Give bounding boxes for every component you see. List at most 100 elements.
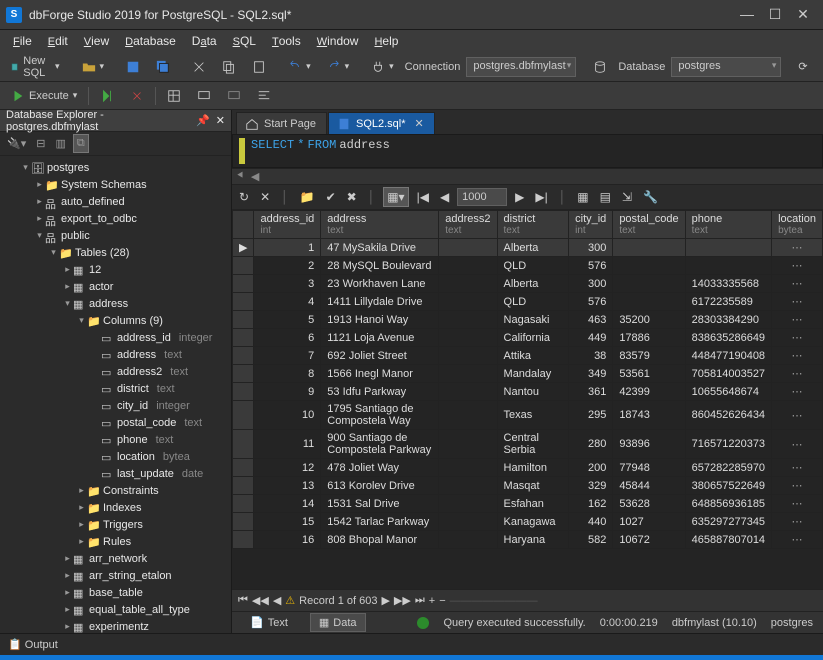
cell-postal_code[interactable]: 35200	[613, 311, 685, 329]
twisty-icon[interactable]: ▸	[62, 621, 73, 632]
col-address[interactable]: addresstext	[321, 211, 439, 239]
nav-prev[interactable]: ◀	[273, 594, 281, 607]
export-button[interactable]: ⇲	[619, 188, 635, 206]
menu-window[interactable]: Window	[310, 32, 366, 50]
tree-node-phone[interactable]: ▭phonetext	[0, 431, 231, 448]
row-header[interactable]	[233, 257, 254, 275]
cell-location[interactable]: ⋯	[772, 293, 823, 311]
cell-address_id[interactable]: 12	[254, 459, 321, 477]
cell-address_id[interactable]: 14	[254, 495, 321, 513]
comment-button[interactable]	[192, 87, 216, 105]
tree-node-tables-28-[interactable]: ▾📁Tables (28)	[0, 244, 231, 261]
show-all-button[interactable]: ⧉	[73, 134, 89, 153]
cell-location[interactable]: ⋯	[772, 383, 823, 401]
nav-next[interactable]: ▶	[381, 594, 389, 607]
paste-button[interactable]	[247, 58, 271, 76]
table-row[interactable]: 15 1542 Tarlac Parkway Kanagawa 440 1027…	[233, 513, 823, 531]
table-row[interactable]: 10 1795 Santiago de Compostela Way Texas…	[233, 401, 823, 430]
cell-postal_code[interactable]	[613, 275, 685, 293]
cell-city_id[interactable]: 329	[569, 477, 613, 495]
row-header[interactable]	[233, 293, 254, 311]
cell-address2[interactable]	[439, 365, 497, 383]
cell-address[interactable]: 1531 Sal Drive	[321, 495, 439, 513]
open-row-button[interactable]: 📁	[297, 188, 318, 206]
table-row[interactable]: 2 28 MySQL Boulevard QLD 576 ⋯	[233, 257, 823, 275]
cell-location[interactable]: ⋯	[772, 257, 823, 275]
cell-address[interactable]: 900 Santiago de Compostela Parkway	[321, 430, 439, 459]
table-row[interactable]: 9 53 Idfu Parkway Nantou 361 42399 10655…	[233, 383, 823, 401]
cell-address_id[interactable]: 6	[254, 329, 321, 347]
tree-node-address[interactable]: ▭addresstext	[0, 346, 231, 363]
col-city_id[interactable]: city_idint	[569, 211, 613, 239]
row-header[interactable]	[233, 513, 254, 531]
tree-node-system-schemas[interactable]: ▸📁System Schemas	[0, 176, 231, 193]
grid-view-button[interactable]: ▦	[574, 188, 591, 206]
cell-address_id[interactable]: 7	[254, 347, 321, 365]
results-grid[interactable]: address_idintaddresstextaddress2textdist…	[232, 210, 823, 589]
cell-address2[interactable]	[439, 495, 497, 513]
menu-edit[interactable]: Edit	[41, 32, 75, 50]
cell-phone[interactable]: 10655648674	[685, 383, 771, 401]
cell-district[interactable]: California	[497, 329, 569, 347]
table-row[interactable]: 13 613 Korolev Drive Masqat 329 45844 38…	[233, 477, 823, 495]
pin-icon[interactable]: 📌	[196, 114, 210, 127]
nav-last[interactable]: ⏭	[415, 594, 425, 607]
cell-phone[interactable]	[685, 257, 771, 275]
cell-phone[interactable]: 657282285970	[685, 459, 771, 477]
row-header[interactable]	[233, 329, 254, 347]
tree-node-indexes[interactable]: ▸📁Indexes	[0, 499, 231, 516]
tree-node-export-to-odbc[interactable]: ▸品export_to_odbc	[0, 210, 231, 227]
row-header[interactable]	[233, 430, 254, 459]
cell-district[interactable]: Alberta	[497, 275, 569, 293]
cell-city_id[interactable]: 38	[569, 347, 613, 365]
tree-node-city-id[interactable]: ▭city_idinteger	[0, 397, 231, 414]
cell-city_id[interactable]: 162	[569, 495, 613, 513]
filter-button[interactable]: ▥	[52, 135, 68, 152]
table-row[interactable]: 7 692 Joliet Street Attika 38 83579 4484…	[233, 347, 823, 365]
cell-address_id[interactable]: 8	[254, 365, 321, 383]
cell-address2[interactable]	[439, 401, 497, 430]
menu-tools[interactable]: Tools	[265, 32, 308, 50]
cell-address[interactable]: 808 Bhopal Manor	[321, 531, 439, 549]
cell-city_id[interactable]: 576	[569, 293, 613, 311]
cell-location[interactable]: ⋯	[772, 513, 823, 531]
twisty-icon[interactable]: ▸	[62, 587, 73, 598]
cell-district[interactable]: Mandalay	[497, 365, 569, 383]
connection-combo[interactable]: postgres.dbfmylast	[466, 57, 576, 77]
tree-node-constraints[interactable]: ▸📁Constraints	[0, 482, 231, 499]
cell-location[interactable]: ⋯	[772, 430, 823, 459]
cell-phone[interactable]: 648856936185	[685, 495, 771, 513]
cell-address2[interactable]	[439, 275, 497, 293]
twisty-icon[interactable]: ▸	[62, 264, 73, 275]
cell-address2[interactable]	[439, 239, 497, 257]
cell-district[interactable]: QLD	[497, 257, 569, 275]
cell-address[interactable]: 23 Workhaven Lane	[321, 275, 439, 293]
cell-district[interactable]: QLD	[497, 293, 569, 311]
twisty-icon[interactable]: ▸	[34, 179, 45, 190]
cell-address[interactable]: 1121 Loja Avenue	[321, 329, 439, 347]
close-tab-icon[interactable]: ✕	[415, 117, 424, 130]
tree-node-public[interactable]: ▾品public	[0, 227, 231, 244]
cell-postal_code[interactable]: 53628	[613, 495, 685, 513]
table-row[interactable]: 16 808 Bhopal Manor Haryana 582 10672 46…	[233, 531, 823, 549]
table-row[interactable]: 6 1121 Loja Avenue California 449 17886 …	[233, 329, 823, 347]
cell-postal_code[interactable]: 93896	[613, 430, 685, 459]
cell-district[interactable]: Nantou	[497, 383, 569, 401]
cell-address_id[interactable]: 1	[254, 239, 321, 257]
cell-postal_code[interactable]	[613, 239, 685, 257]
menu-sql[interactable]: SQL	[226, 32, 263, 50]
copy-button[interactable]	[217, 58, 241, 76]
cell-address[interactable]: 478 Joliet Way	[321, 459, 439, 477]
undo-button[interactable]: ▾	[283, 58, 316, 76]
cell-postal_code[interactable]: 77948	[613, 459, 685, 477]
twisty-icon[interactable]: ▸	[34, 213, 45, 224]
cell-district[interactable]: Central Serbia	[497, 430, 569, 459]
stop-button[interactable]	[125, 87, 149, 105]
cell-address2[interactable]	[439, 459, 497, 477]
cell-address[interactable]: 613 Korolev Drive	[321, 477, 439, 495]
cell-phone[interactable]: 716571220373	[685, 430, 771, 459]
tree-node-last-update[interactable]: ▭last_updatedate	[0, 465, 231, 482]
database-combo[interactable]: postgres	[671, 57, 781, 77]
cell-city_id[interactable]: 361	[569, 383, 613, 401]
col-address2[interactable]: address2text	[439, 211, 497, 239]
